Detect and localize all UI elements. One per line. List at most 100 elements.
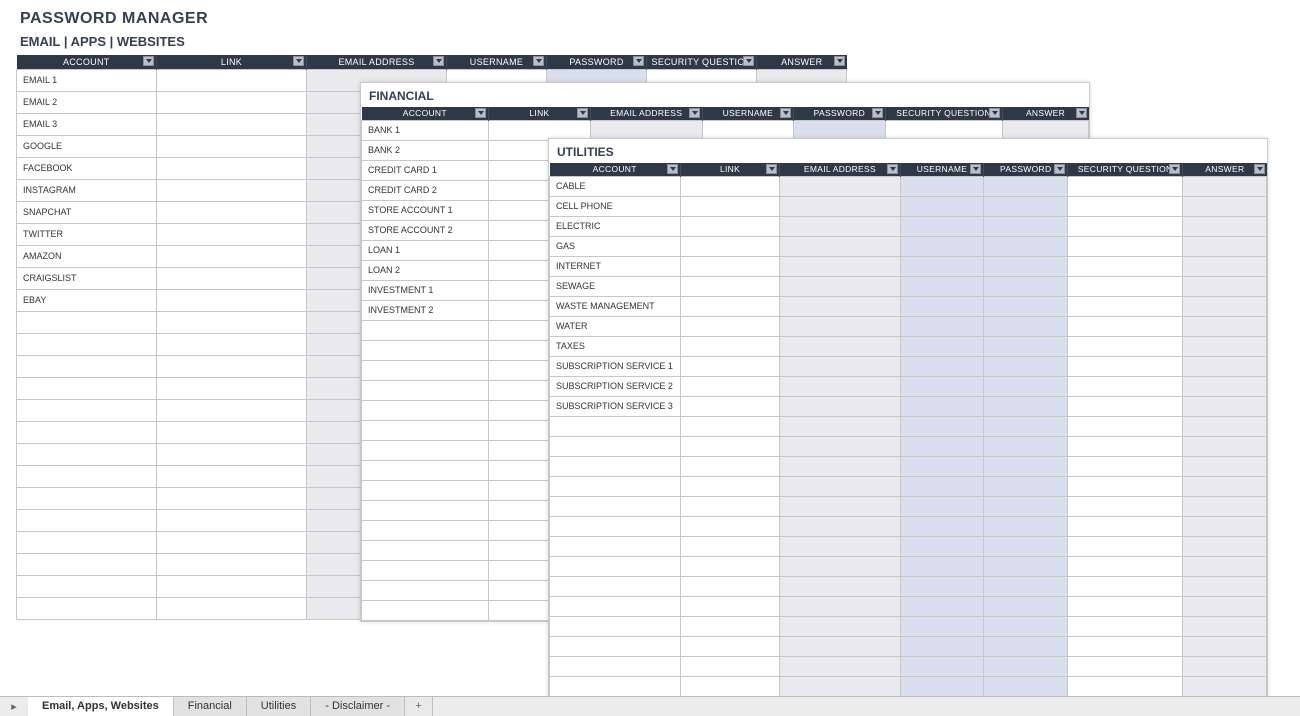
table-cell[interactable] xyxy=(157,179,307,201)
table-cell[interactable] xyxy=(984,316,1068,336)
table-cell[interactable] xyxy=(900,676,984,696)
table-cell[interactable] xyxy=(17,311,157,333)
table-cell[interactable] xyxy=(984,476,1068,496)
table-cell[interactable] xyxy=(984,516,1068,536)
col-security-question[interactable]: SECURITY QUESTION xyxy=(885,107,1002,120)
filter-icon[interactable] xyxy=(1254,164,1265,174)
table-cell[interactable] xyxy=(1068,556,1183,576)
filter-icon[interactable] xyxy=(1054,164,1065,174)
table-cell[interactable] xyxy=(1068,456,1183,476)
table-cell[interactable] xyxy=(680,676,779,696)
table-cell[interactable] xyxy=(1183,576,1267,596)
table-cell[interactable]: EMAIL 3 xyxy=(17,113,157,135)
col-account[interactable]: ACCOUNT xyxy=(17,55,157,69)
filter-icon[interactable] xyxy=(887,164,898,174)
table-cell[interactable] xyxy=(680,396,779,416)
table-cell[interactable]: INVESTMENT 1 xyxy=(362,280,489,300)
table-cell[interactable] xyxy=(17,443,157,465)
table-cell[interactable] xyxy=(900,296,984,316)
table-cell[interactable] xyxy=(1068,416,1183,436)
col-account[interactable]: ACCOUNT xyxy=(362,107,489,120)
table-cell[interactable]: FACEBOOK xyxy=(17,157,157,179)
table-cell[interactable] xyxy=(984,176,1068,196)
table-cell[interactable] xyxy=(590,120,702,140)
table-cell[interactable] xyxy=(362,380,489,400)
table-cell[interactable] xyxy=(780,616,900,636)
table-cell[interactable]: TAXES xyxy=(550,336,681,356)
col-link[interactable]: LINK xyxy=(157,55,307,69)
table-cell[interactable]: LOAN 1 xyxy=(362,240,489,260)
table-cell[interactable] xyxy=(984,236,1068,256)
table-cell[interactable]: EMAIL 1 xyxy=(17,69,157,91)
col-security-question[interactable]: SECURITY QUESTION xyxy=(1068,163,1183,176)
table-cell[interactable]: BANK 1 xyxy=(362,120,489,140)
table-cell[interactable] xyxy=(680,436,779,456)
table-cell[interactable] xyxy=(17,377,157,399)
table-cell[interactable]: ELECTRIC xyxy=(550,216,681,236)
table-cell[interactable] xyxy=(1183,336,1267,356)
table-cell[interactable] xyxy=(550,576,681,596)
table-cell[interactable]: TWITTER xyxy=(17,223,157,245)
table-cell[interactable] xyxy=(1068,636,1183,656)
table-cell[interactable] xyxy=(362,340,489,360)
table-cell[interactable]: CREDIT CARD 2 xyxy=(362,180,489,200)
table-cell[interactable]: AMAZON xyxy=(17,245,157,267)
table-cell[interactable] xyxy=(780,456,900,476)
table-cell[interactable] xyxy=(984,376,1068,396)
table-cell[interactable] xyxy=(157,113,307,135)
table-cell[interactable] xyxy=(1068,236,1183,256)
table-cell[interactable] xyxy=(680,336,779,356)
table-cell[interactable] xyxy=(780,216,900,236)
table-cell[interactable] xyxy=(984,636,1068,656)
table-cell[interactable] xyxy=(1068,536,1183,556)
table-cell[interactable] xyxy=(1183,376,1267,396)
table-cell[interactable] xyxy=(362,320,489,340)
table-cell[interactable] xyxy=(984,676,1068,696)
table-cell[interactable] xyxy=(900,616,984,636)
table-cell[interactable] xyxy=(680,356,779,376)
table-cell[interactable] xyxy=(780,236,900,256)
table-cell[interactable] xyxy=(362,400,489,420)
col-password[interactable]: PASSWORD xyxy=(794,107,886,120)
table-cell[interactable] xyxy=(157,157,307,179)
table-cell[interactable] xyxy=(900,496,984,516)
col-account[interactable]: ACCOUNT xyxy=(550,163,681,176)
table-cell[interactable] xyxy=(17,465,157,487)
filter-icon[interactable] xyxy=(143,56,154,66)
table-cell[interactable] xyxy=(780,196,900,216)
table-cell[interactable] xyxy=(780,376,900,396)
table-cell[interactable] xyxy=(780,636,900,656)
table-cell[interactable] xyxy=(1068,356,1183,376)
table-cell[interactable] xyxy=(780,656,900,676)
table-cell[interactable] xyxy=(900,396,984,416)
table-cell[interactable]: STORE ACCOUNT 1 xyxy=(362,200,489,220)
table-cell[interactable] xyxy=(680,636,779,656)
table-cell[interactable] xyxy=(680,616,779,636)
table-cell[interactable] xyxy=(1183,636,1267,656)
table-cell[interactable] xyxy=(1068,256,1183,276)
table-cell[interactable] xyxy=(900,216,984,236)
table-cell[interactable] xyxy=(1068,196,1183,216)
table-cell[interactable] xyxy=(900,456,984,476)
table-cell[interactable] xyxy=(1068,576,1183,596)
table-cell[interactable] xyxy=(984,596,1068,616)
table-cell[interactable] xyxy=(680,376,779,396)
table-cell[interactable] xyxy=(780,416,900,436)
table-cell[interactable] xyxy=(550,496,681,516)
table-cell[interactable] xyxy=(362,560,489,580)
table-cell[interactable] xyxy=(680,516,779,536)
table-cell[interactable] xyxy=(984,256,1068,276)
table-cell[interactable]: SUBSCRIPTION SERVICE 2 xyxy=(550,376,681,396)
table-cell[interactable] xyxy=(1183,396,1267,416)
table-cell[interactable]: GAS xyxy=(550,236,681,256)
table-cell[interactable] xyxy=(900,476,984,496)
table-cell[interactable] xyxy=(362,500,489,520)
table-cell[interactable] xyxy=(157,267,307,289)
table-cell[interactable] xyxy=(680,416,779,436)
table-cell[interactable] xyxy=(984,496,1068,516)
table-cell[interactable] xyxy=(680,476,779,496)
table-cell[interactable] xyxy=(984,556,1068,576)
table-cell[interactable] xyxy=(550,556,681,576)
table-cell[interactable]: INTERNET xyxy=(550,256,681,276)
table-cell[interactable] xyxy=(1183,476,1267,496)
